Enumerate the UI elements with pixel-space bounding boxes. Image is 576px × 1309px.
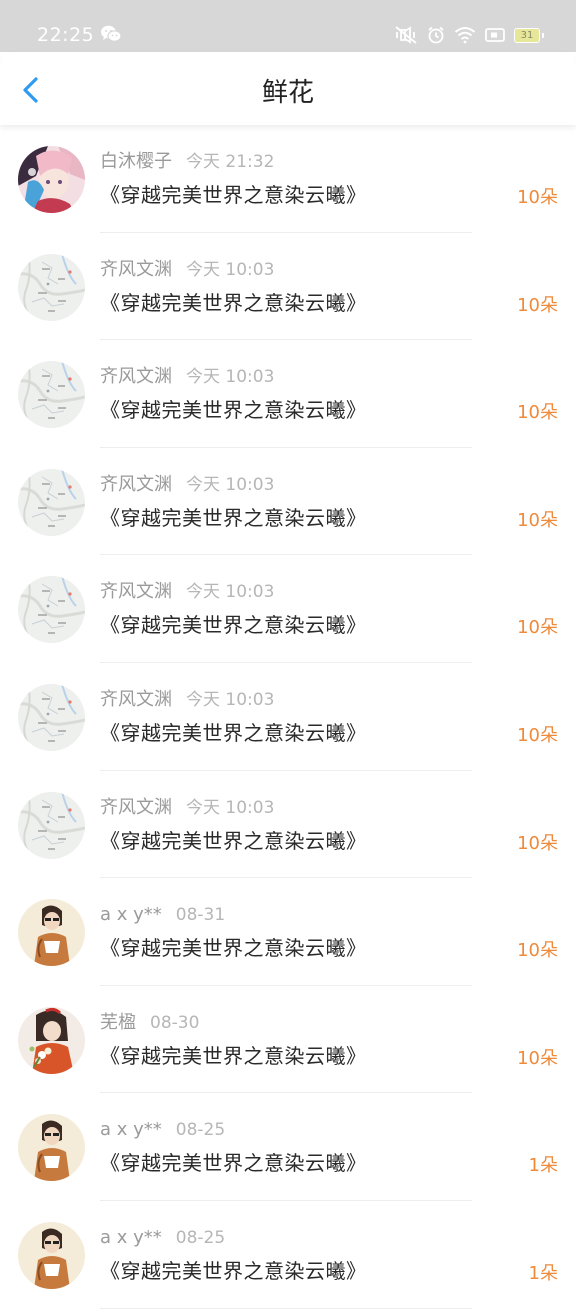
status-icons: 31 — [394, 22, 544, 48]
flower-count: 10朵 — [517, 617, 558, 639]
map-avatar[interactable] — [18, 361, 85, 429]
flower-count: 1朵 — [528, 1262, 558, 1284]
flower-count: 10朵 — [517, 832, 558, 854]
book-title: 《穿越完美世界之意染云曦》 — [100, 398, 367, 423]
book-title: 《穿越完美世界之意染云曦》 — [100, 828, 367, 853]
flower-row[interactable]: 白沐樱子 今天 21:32 《穿越完美世界之意染云曦》 10朵 — [0, 125, 576, 233]
girl-coffee-avatar[interactable] — [18, 1221, 85, 1289]
book-title: 《穿越完美世界之意染云曦》 — [100, 1151, 367, 1176]
map-avatar[interactable] — [18, 683, 85, 751]
girl-coffee-avatar[interactable] — [18, 899, 85, 967]
flower-row[interactable]: 齐风文渊 今天 10:03 《穿越完美世界之意染云曦》 10朵 — [0, 340, 576, 448]
flower-count: 10朵 — [517, 509, 558, 531]
alarm-icon — [427, 26, 445, 44]
flower-row[interactable]: 齐风文渊 今天 10:03 《穿越完美世界之意染云曦》 10朵 — [0, 771, 576, 879]
map-avatar[interactable] — [18, 791, 85, 859]
send-time: 08-31 — [175, 905, 226, 926]
user-name: 齐风文渊 — [100, 473, 172, 495]
mute-vibrate-icon — [394, 25, 418, 45]
flower-count: 1朵 — [528, 1155, 558, 1177]
book-title: 《穿越完美世界之意染云曦》 — [100, 183, 367, 207]
user-name: a x y** — [100, 1226, 162, 1248]
divider — [100, 1307, 472, 1309]
status-time: 22:25 — [37, 24, 95, 46]
flower-count: 10朵 — [517, 1047, 558, 1069]
battery-icon: 31 — [514, 27, 544, 43]
map-avatar[interactable] — [18, 468, 85, 536]
user-name: 齐风文渊 — [100, 796, 172, 818]
user-name: 齐风文渊 — [100, 581, 172, 603]
anime-avatar[interactable] — [18, 146, 85, 213]
flower-count: 10朵 — [517, 402, 558, 424]
map-avatar[interactable] — [18, 253, 85, 321]
send-time: 今天 10:03 — [186, 259, 275, 280]
send-time: 今天 10:03 — [186, 797, 275, 818]
user-name: a x y** — [100, 1119, 162, 1141]
girl-coffee-avatar[interactable] — [18, 1114, 85, 1182]
header: 鲜花 — [0, 52, 576, 125]
book-title: 《穿越完美世界之意染云曦》 — [100, 720, 367, 745]
user-name: 芜楹 — [100, 1011, 136, 1033]
send-time: 今天 21:32 — [186, 152, 275, 172]
flower-count: 10朵 — [517, 294, 558, 316]
user-name: 齐风文渊 — [100, 688, 172, 710]
send-time: 08-30 — [150, 1012, 200, 1033]
status-bar: 22:25 31 — [0, 0, 576, 52]
user-name: 齐风文渊 — [100, 366, 172, 388]
flower-row[interactable]: 齐风文渊 今天 10:03 《穿越完美世界之意染云曦》 10朵 — [0, 448, 576, 556]
user-name: 白沐樱子 — [100, 151, 172, 172]
girl-flowers-avatar[interactable] — [18, 1006, 85, 1074]
map-avatar[interactable] — [18, 576, 85, 644]
book-title: 《穿越完美世界之意染云曦》 — [100, 1258, 367, 1283]
flower-row[interactable]: a x y** 08-31 《穿越完美世界之意染云曦》 10朵 — [0, 878, 576, 986]
flower-count: 10朵 — [517, 940, 558, 962]
send-time: 今天 10:03 — [186, 689, 275, 710]
flower-count: 10朵 — [517, 724, 558, 746]
book-title: 《穿越完美世界之意染云曦》 — [100, 505, 367, 530]
book-title: 《穿越完美世界之意染云曦》 — [100, 613, 367, 638]
book-title: 《穿越完美世界之意染云曦》 — [100, 936, 367, 961]
wechat-icon — [100, 24, 122, 44]
flower-row[interactable]: a x y** 08-25 《穿越完美世界之意染云曦》 1朵 — [0, 1201, 576, 1309]
book-title: 《穿越完美世界之意染云曦》 — [100, 290, 367, 315]
flower-row[interactable]: 齐风文渊 今天 10:03 《穿越完美世界之意染云曦》 10朵 — [0, 233, 576, 341]
send-time: 08-25 — [175, 1120, 226, 1141]
user-name: 齐风文渊 — [100, 258, 172, 280]
flower-row[interactable]: a x y** 08-25 《穿越完美世界之意染云曦》 1朵 — [0, 1093, 576, 1201]
screen-record-icon — [485, 27, 505, 43]
book-title: 《穿越完美世界之意染云曦》 — [100, 1043, 367, 1068]
flower-row[interactable]: 芜楹 08-30 《穿越完美世界之意染云曦》 10朵 — [0, 986, 576, 1094]
send-time: 今天 10:03 — [186, 367, 275, 388]
send-time: 今天 10:03 — [186, 582, 275, 603]
flower-row[interactable]: 齐风文渊 今天 10:03 《穿越完美世界之意染云曦》 10朵 — [0, 555, 576, 663]
flower-row[interactable]: 齐风文渊 今天 10:03 《穿越完美世界之意染云曦》 10朵 — [0, 663, 576, 771]
user-name: a x y** — [100, 904, 162, 926]
send-time: 08-25 — [175, 1227, 226, 1248]
send-time: 今天 10:03 — [186, 474, 275, 495]
page-title: 鲜花 — [261, 78, 314, 108]
flower-list: 白沐樱子 今天 21:32 《穿越完美世界之意染云曦》 10朵 齐风文渊 今天 10… — [0, 125, 576, 1309]
wifi-icon — [454, 26, 476, 44]
flower-count: 10朵 — [517, 187, 558, 208]
